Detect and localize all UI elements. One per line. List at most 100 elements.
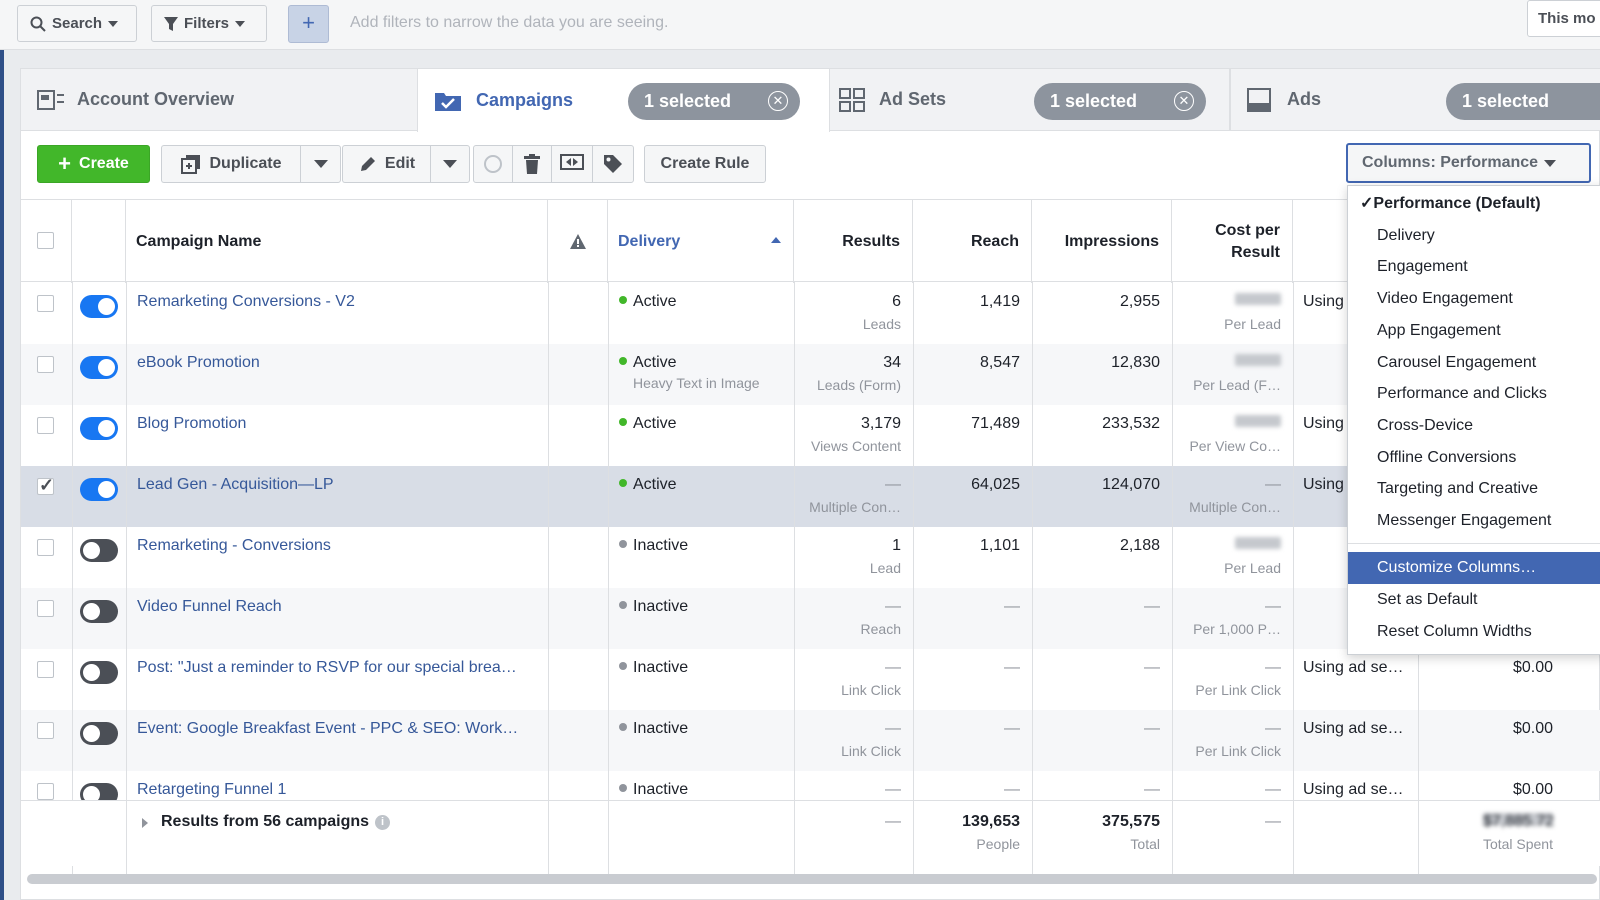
row-checkbox[interactable] [37,295,54,312]
row-checkbox[interactable] [37,356,54,373]
tab-account-overview[interactable]: Account Overview [20,68,426,130]
columns-menu-item[interactable]: Performance and Clicks [1348,378,1600,410]
header-results[interactable]: Results [794,200,913,283]
columns-menu-action[interactable]: Reset Column Widths [1348,616,1600,648]
amount-spent-cell: $0.00 [1512,659,1553,676]
column-divider [1032,800,1033,866]
reach-cell: — [1004,659,1020,676]
campaign-name-link[interactable]: Lead Gen - Acquisition—LP [137,476,334,494]
columns-menu-item[interactable]: ✓Performance (Default) [1348,188,1600,220]
duplicate-dropdown-button[interactable] [300,145,341,183]
discard-button[interactable] [473,145,513,183]
row-checkbox[interactable] [37,539,54,556]
header-campaign-name[interactable]: Campaign Name [126,200,548,283]
info-icon[interactable]: i [375,815,390,830]
selection-pill[interactable]: 1 selected [1446,83,1600,120]
close-icon[interactable]: ✕ [768,91,788,111]
columns-menu-item[interactable]: Video Engagement [1348,283,1600,315]
delivery-status: Inactive [633,537,689,554]
campaign-toggle[interactable] [80,356,118,379]
header-cost-per-result[interactable]: Cost per Result [1172,200,1293,283]
campaign-toggle[interactable] [80,600,118,623]
select-all-checkbox[interactable] [37,232,54,249]
row-checkbox[interactable] [37,417,54,434]
columns-menu-action[interactable]: Customize Columns… [1348,552,1600,584]
campaign-toggle[interactable] [80,539,118,562]
results-value: — [885,598,901,615]
header-warning[interactable] [548,200,608,283]
duplicate-button[interactable]: Duplicate [161,145,301,183]
filters-button[interactable]: Filters [151,5,267,42]
edit-button[interactable]: Edit [342,145,431,183]
column-divider [913,282,914,882]
columns-label: Columns: Performance [1362,154,1539,171]
campaign-name-link[interactable]: eBook Promotion [137,354,260,372]
edit-dropdown-button[interactable] [430,145,470,183]
columns-menu-item[interactable]: App Engagement [1348,315,1600,347]
campaign-name-link[interactable]: Blog Promotion [137,415,246,433]
campaign-toggle[interactable] [80,295,118,318]
table-row[interactable]: Post: "Just a reminder to RSVP for our s… [21,649,1600,710]
campaign-name-link[interactable]: Remarketing - Conversions [137,537,331,555]
trash-icon [524,154,540,174]
columns-dropdown-button[interactable]: Columns: Performance [1346,143,1591,183]
campaign-toggle[interactable] [80,661,118,684]
check-icon: ✓ [1360,195,1374,212]
tab-ad-sets[interactable]: Ad Sets 1 selected ✕ [822,68,1230,130]
ab-test-button[interactable] [551,145,593,183]
columns-menu-item[interactable]: Delivery [1348,220,1600,252]
footer-reach-sub: People [976,836,1020,852]
selection-pill[interactable]: 1 selected ✕ [628,83,800,120]
expand-chevron-icon[interactable] [142,818,148,828]
row-checkbox[interactable] [37,475,54,496]
columns-menu-item[interactable]: Carousel Engagement [1348,347,1600,379]
campaign-name-link[interactable]: Remarketing Conversions - V2 [137,293,355,311]
columns-menu-item[interactable]: Offline Conversions [1348,442,1600,474]
columns-menu-item[interactable]: Cross-Device [1348,410,1600,442]
columns-menu-item[interactable]: Messenger Engagement [1348,505,1600,537]
columns-menu-action[interactable]: Set as Default [1348,584,1600,616]
delivery-cell: Inactive [619,659,688,680]
row-checkbox[interactable] [37,783,54,800]
delete-button[interactable] [512,145,552,183]
create-button[interactable]: + Create [37,145,150,183]
row-checkbox[interactable] [37,600,54,617]
columns-menu-item[interactable]: Targeting and Creative [1348,473,1600,505]
campaign-toggle[interactable] [80,478,118,501]
cost-header-line1: Cost per [1215,221,1280,239]
plus-icon: + [58,151,72,176]
campaign-name-link[interactable]: Video Funnel Reach [137,598,282,616]
campaign-name-link[interactable]: Post: "Just a reminder to RSVP for our s… [137,659,517,677]
table-row[interactable]: Event: Google Breakfast Event - PPC & SE… [21,710,1600,771]
create-rule-button[interactable]: Create Rule [644,145,766,183]
add-filter-button[interactable]: + [288,5,329,43]
columns-menu-item[interactable]: Engagement [1348,251,1600,283]
tag-button[interactable] [592,145,634,183]
delivery-cell: Active [619,415,677,436]
date-range-button[interactable]: This mo [1527,0,1600,37]
close-icon[interactable]: ✕ [1174,91,1194,111]
delivery-status: Inactive [633,659,689,676]
campaign-toggle[interactable] [80,417,118,440]
header-reach[interactable]: Reach [913,200,1032,283]
row-checkbox[interactable] [37,661,54,678]
campaign-toggle[interactable] [80,722,118,745]
selection-pill[interactable]: 1 selected ✕ [1034,83,1206,120]
impressions-cell: 12,830 [1111,354,1160,371]
results-value: 1 [892,537,901,554]
menu-item-label: Delivery [1377,226,1435,244]
header-delivery[interactable]: Delivery [608,200,794,283]
status-dot-icon [619,540,627,548]
header-impressions[interactable]: Impressions [1032,200,1172,283]
campaign-name-link[interactable]: Event: Google Breakfast Event - PPC & SE… [137,720,518,738]
search-button[interactable]: Search [17,5,137,42]
tab-label: Ads [1287,89,1322,109]
campaign-name-link[interactable]: Retargeting Funnel 1 [137,781,286,799]
tab-campaigns[interactable]: Campaigns 1 selected ✕ [417,68,830,132]
tab-ads[interactable]: Ads 1 selected [1230,68,1600,130]
status-dot-icon [619,601,627,609]
horizontal-scrollbar[interactable] [27,874,1597,884]
cost-value: — [1265,720,1281,737]
row-checkbox[interactable] [37,722,54,739]
results-cell: 6 Leads [794,293,901,332]
